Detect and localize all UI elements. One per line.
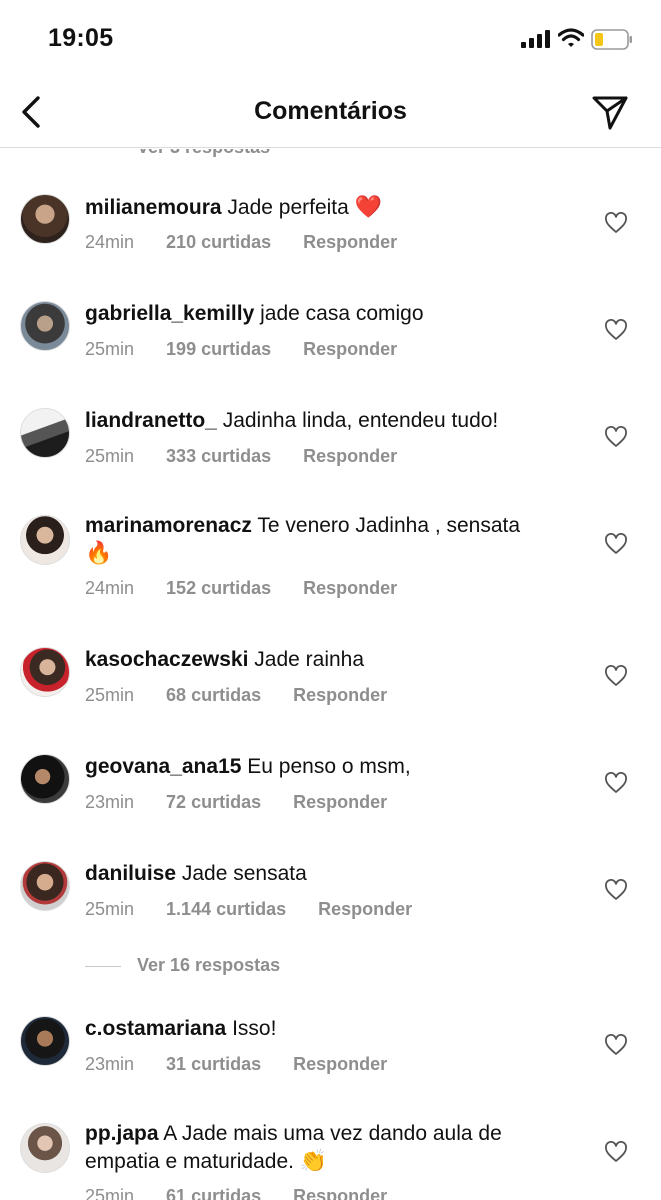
comment-username[interactable]: liandranetto_ xyxy=(85,409,217,432)
comment-time: 24min xyxy=(85,578,135,598)
reply-button[interactable]: Responder xyxy=(303,578,397,599)
comment-text: c.ostamariana Isso! xyxy=(85,1015,575,1042)
reply-button[interactable]: Responder xyxy=(293,792,387,813)
avatar[interactable] xyxy=(20,194,70,244)
comment-meta: 25min 68 curtidas Responder xyxy=(85,685,387,706)
comment-text: marinamorenacz Te venero Jadinha , sensa… xyxy=(85,512,575,567)
comment-message: Te venero Jadinha , sensata xyxy=(257,514,521,537)
reply-button[interactable]: Responder xyxy=(303,339,397,360)
comment-username[interactable]: kasochaczewski xyxy=(85,648,248,671)
heart-outline-icon[interactable] xyxy=(604,665,628,687)
reply-thread-line xyxy=(85,965,121,967)
heart-outline-icon[interactable] xyxy=(604,1141,628,1163)
comment-time: 25min xyxy=(85,446,135,466)
reply-button[interactable]: Responder xyxy=(318,899,412,920)
fire-emoji: 🔥 xyxy=(85,540,113,565)
comment-message: jade casa comigo xyxy=(260,302,424,325)
reply-button[interactable]: Responder xyxy=(303,446,397,467)
comment-text: liandranetto_ Jadinha linda, entendeu tu… xyxy=(85,407,575,434)
comment-text: gabriella_kemilly jade casa comigo xyxy=(85,300,575,327)
comment-time: 25min xyxy=(85,339,135,359)
comment-meta: 25min 1.144 curtidas Responder xyxy=(85,899,412,920)
comment-time: 23min xyxy=(85,792,135,812)
avatar[interactable] xyxy=(20,861,70,911)
comment-username[interactable]: pp.japa xyxy=(85,1122,159,1145)
heart-outline-icon[interactable] xyxy=(604,533,628,555)
comment-likes[interactable]: 210 curtidas xyxy=(166,232,271,253)
comment-username[interactable]: daniluise xyxy=(85,862,176,885)
comment-meta: 25min 199 curtidas Responder xyxy=(85,339,397,360)
comment-username[interactable]: marinamorenacz xyxy=(85,514,252,537)
comment-text: kasochaczewski Jade rainha xyxy=(85,646,575,673)
avatar[interactable] xyxy=(20,647,70,697)
avatar[interactable] xyxy=(20,1123,70,1173)
heart-outline-icon[interactable] xyxy=(604,1034,628,1056)
heart-outline-icon[interactable] xyxy=(604,879,628,901)
reply-button[interactable]: Responder xyxy=(293,685,387,706)
comment-username[interactable]: c.ostamariana xyxy=(85,1017,226,1040)
comment-time: 24min xyxy=(85,232,135,252)
comment-time: 25min xyxy=(85,899,135,919)
avatar[interactable] xyxy=(20,754,70,804)
comment-meta: 25min 61 curtidas Responder xyxy=(85,1186,387,1200)
comment-likes[interactable]: 199 curtidas xyxy=(166,339,271,360)
comment-username[interactable]: milianemoura xyxy=(85,196,222,219)
comment-text: pp.japa A Jade mais uma vez dando aula d… xyxy=(85,1120,575,1175)
comment-time: 25min xyxy=(85,1186,135,1200)
comment-text: daniluise Jade sensata xyxy=(85,860,575,887)
avatar[interactable] xyxy=(20,1016,70,1066)
cellular-signal-icon xyxy=(521,30,550,48)
comment-time: 25min xyxy=(85,685,135,705)
comment-likes[interactable]: 61 curtidas xyxy=(166,1186,261,1200)
wifi-icon xyxy=(558,28,584,47)
avatar[interactable] xyxy=(20,301,70,351)
view-replies-label: Ver 16 respostas xyxy=(137,955,281,975)
comment-likes[interactable]: 333 curtidas xyxy=(166,446,271,467)
status-bar: 19:05 xyxy=(0,0,661,80)
comment-text: geovana_ana15 Eu penso o msm, xyxy=(85,753,575,780)
heart-outline-icon[interactable] xyxy=(604,212,628,234)
comment-time: 23min xyxy=(85,1054,135,1074)
reply-button[interactable]: Responder xyxy=(293,1054,387,1075)
heart-outline-icon[interactable] xyxy=(604,426,628,448)
comment-message: Eu penso o msm, xyxy=(247,755,411,778)
avatar[interactable] xyxy=(20,408,70,458)
heart-outline-icon[interactable] xyxy=(604,772,628,794)
battery-low-icon xyxy=(591,29,632,50)
comment-meta: 24min 210 curtidas Responder xyxy=(85,232,397,253)
comment-username[interactable]: gabriella_kemilly xyxy=(85,302,254,325)
heart-outline-icon[interactable] xyxy=(604,319,628,341)
comment-message: Jade sensata xyxy=(181,862,307,885)
comment-message: Isso! xyxy=(232,1017,277,1040)
comment-meta: 25min 333 curtidas Responder xyxy=(85,446,397,467)
paper-plane-icon[interactable] xyxy=(590,92,630,132)
comment-likes[interactable]: 31 curtidas xyxy=(166,1054,261,1075)
comment-meta: 23min 31 curtidas Responder xyxy=(85,1054,387,1075)
reply-button[interactable]: Responder xyxy=(293,1186,387,1200)
comment-list[interactable]: Ver 3 respostas milianemoura Jade perfei… xyxy=(0,149,661,1200)
view-replies-link-partial[interactable]: Ver 3 respostas xyxy=(137,149,270,158)
header: Comentários xyxy=(0,80,661,148)
heart-emoji: ❤️ xyxy=(354,194,383,219)
reply-button[interactable]: Responder xyxy=(303,232,397,253)
comment-meta: 24min 152 curtidas Responder xyxy=(85,578,397,599)
comment-message: Jade perfeita xyxy=(227,196,349,219)
comment-message: Jadinha linda, entendeu tudo! xyxy=(222,409,499,432)
comment-likes[interactable]: 72 curtidas xyxy=(166,792,261,813)
page-title: Comentários xyxy=(254,97,407,125)
avatar[interactable] xyxy=(20,515,70,565)
comment-username[interactable]: geovana_ana15 xyxy=(85,755,241,778)
status-time: 19:05 xyxy=(48,24,114,52)
clapping-hands-emoji: 👏 xyxy=(299,1148,328,1173)
comment-message: Jade rainha xyxy=(254,648,365,671)
comment-likes[interactable]: 68 curtidas xyxy=(166,685,261,706)
comment-text: milianemoura Jade perfeita ❤️ xyxy=(85,193,575,221)
comment-likes[interactable]: 152 curtidas xyxy=(166,578,271,599)
comment-meta: 23min 72 curtidas Responder xyxy=(85,792,387,813)
comment-likes[interactable]: 1.144 curtidas xyxy=(166,899,286,920)
view-replies-button[interactable]: Ver 16 respostas xyxy=(85,955,280,976)
